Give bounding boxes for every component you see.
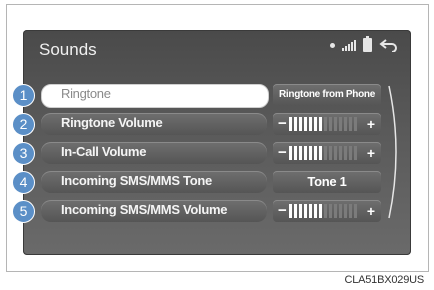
volume-bar-segment (314, 204, 317, 218)
back-arrow-icon[interactable] (379, 38, 399, 52)
list-item-ringtone[interactable]: 1 Ringtone Ringtone from Phone (12, 84, 411, 108)
volume-bar-segment (319, 146, 322, 160)
volume-bar-segment (349, 204, 352, 218)
volume-minus-button[interactable]: − (278, 200, 287, 222)
volume-bar-segment (324, 204, 327, 218)
sounds-screen: Sounds 1 Ringtone Ringtone from Phone 2 … (12, 30, 411, 255)
row-label: Incoming SMS/MMS Volume (61, 202, 228, 217)
volume-bar-segment (309, 204, 312, 218)
volume-bar-segment (299, 146, 302, 160)
volume-bar-segment (304, 146, 307, 160)
volume-bars (289, 117, 357, 131)
volume-bar-segment (324, 146, 327, 160)
volume-minus-button[interactable]: − (278, 113, 287, 135)
volume-bars (289, 146, 357, 160)
list-item-sms-volume[interactable]: 5 Incoming SMS/MMS Volume − + (12, 200, 411, 223)
volume-bar-segment (289, 204, 292, 218)
volume-bars (289, 204, 357, 218)
volume-bar-segment (344, 117, 347, 131)
sms-tone-value[interactable]: Tone 1 (273, 171, 381, 193)
list-item-in-call-volume[interactable]: 3 In-Call Volume − + (12, 142, 411, 165)
volume-bar-segment (304, 117, 307, 131)
list-item-ringtone-volume[interactable]: 2 Ringtone Volume − + (12, 113, 411, 136)
volume-bar-segment (294, 204, 297, 218)
row-label: Ringtone Volume (61, 115, 163, 130)
volume-bar-segment (289, 117, 292, 131)
sms-volume-slider[interactable]: − + (273, 200, 381, 222)
volume-plus-button[interactable]: + (367, 142, 375, 164)
volume-bar-segment (339, 204, 342, 218)
row-number-badge: 4 (12, 171, 35, 194)
row-number-badge: 2 (12, 113, 35, 136)
volume-bar-segment (319, 117, 322, 131)
list-item-sms-tone[interactable]: 4 Incoming SMS/MMS Tone Tone 1 (12, 171, 411, 194)
figure-caption: CLA51BX029US (344, 274, 424, 286)
row-label: In-Call Volume (61, 144, 147, 159)
volume-bar-segment (324, 117, 327, 131)
volume-bar-segment (304, 204, 307, 218)
volume-bar-segment (354, 204, 357, 218)
ringtone-value[interactable]: Ringtone from Phone (273, 84, 381, 106)
row-number-badge: 5 (12, 200, 35, 223)
volume-bar-segment (354, 117, 357, 131)
volume-plus-button[interactable]: + (367, 113, 375, 135)
signal-icon (342, 39, 356, 51)
volume-plus-button[interactable]: + (367, 200, 375, 222)
bluetooth-dot-icon (330, 42, 335, 48)
volume-bar-segment (314, 146, 317, 160)
volume-bar-segment (299, 117, 302, 131)
volume-bar-segment (339, 146, 342, 160)
volume-bar-segment (349, 117, 352, 131)
volume-bar-segment (329, 117, 332, 131)
volume-bar-segment (314, 117, 317, 131)
volume-bar-segment (344, 204, 347, 218)
volume-bar-segment (339, 117, 342, 131)
volume-minus-button[interactable]: − (278, 142, 287, 164)
volume-bar-segment (309, 117, 312, 131)
volume-bar-segment (299, 204, 302, 218)
row-number-badge: 3 (12, 142, 35, 165)
volume-bar-segment (309, 146, 312, 160)
volume-bar-segment (294, 117, 297, 131)
volume-bar-segment (329, 146, 332, 160)
volume-bar-segment (329, 204, 332, 218)
volume-bar-segment (319, 204, 322, 218)
volume-bar-segment (344, 146, 347, 160)
row-label: Incoming SMS/MMS Tone (61, 173, 212, 188)
row-label: Ringtone (61, 86, 111, 101)
status-bar (330, 36, 399, 52)
screen-title: Sounds (39, 40, 97, 59)
volume-bar-segment (294, 146, 297, 160)
volume-bar-segment (349, 146, 352, 160)
row-number-badge: 1 (12, 84, 35, 107)
scroll-indicator[interactable] (385, 82, 405, 222)
volume-bar-segment (334, 204, 337, 218)
volume-bar-segment (289, 146, 292, 160)
in-call-volume-slider[interactable]: − + (273, 142, 381, 164)
ringtone-volume-slider[interactable]: − + (273, 113, 381, 135)
battery-icon (363, 36, 372, 52)
volume-bar-segment (354, 146, 357, 160)
volume-bar-segment (334, 146, 337, 160)
volume-bar-segment (334, 117, 337, 131)
